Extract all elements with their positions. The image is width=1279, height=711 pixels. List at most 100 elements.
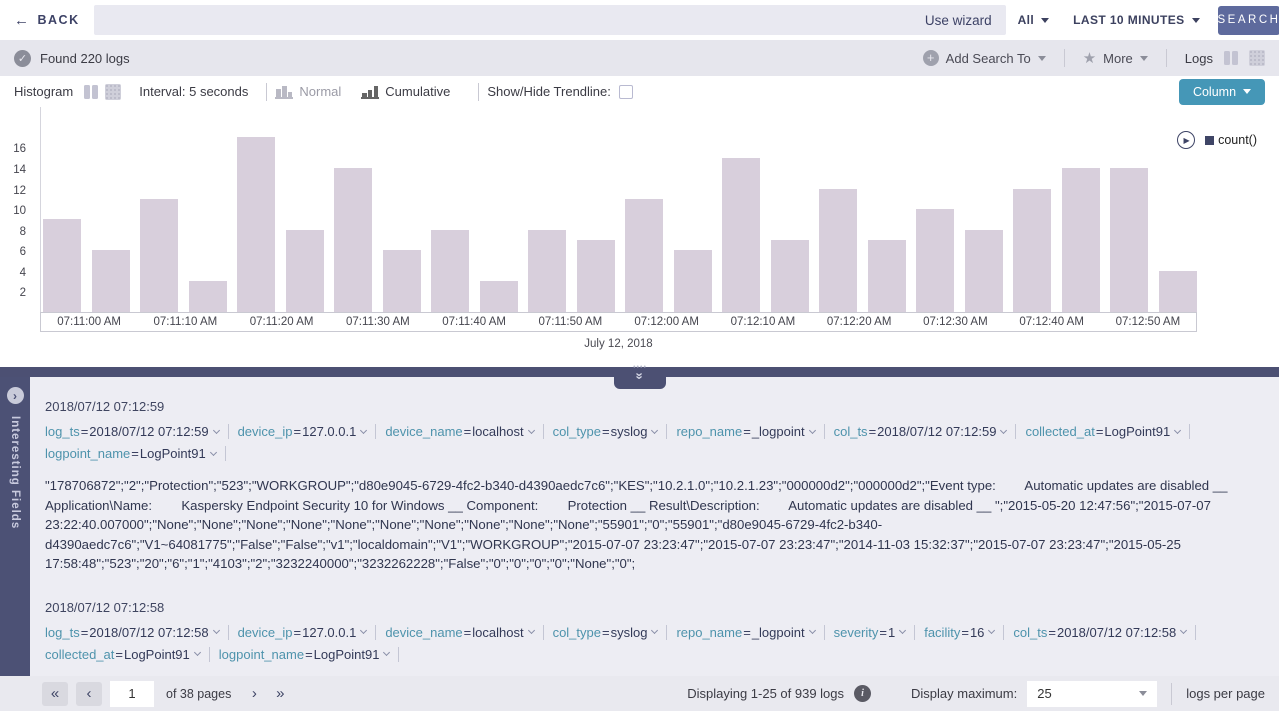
histogram-bar[interactable] xyxy=(431,230,469,312)
field-chip[interactable]: col_type=syslog xyxy=(553,424,658,439)
field-chip[interactable]: collected_at=LogPoint91 xyxy=(1025,424,1180,439)
field-chip[interactable]: device_name=localhost xyxy=(385,625,533,640)
scope-dropdown[interactable]: All xyxy=(1006,13,1062,27)
histogram-bar[interactable] xyxy=(383,250,421,312)
log-message[interactable]: "178706872";"2";"Protection";"523";"WORK… xyxy=(45,476,1241,574)
field-value: 2018/07/12 07:12:59 xyxy=(877,424,996,439)
last-page-button[interactable]: » xyxy=(267,682,293,706)
plus-circle-icon: + xyxy=(923,50,939,66)
normal-mode-label: Normal xyxy=(299,84,341,99)
field-chip[interactable]: log_ts=2018/07/12 07:12:59 xyxy=(45,424,219,439)
divider xyxy=(266,83,267,101)
field-equals: = xyxy=(81,625,89,640)
column-type-dropdown[interactable]: Column xyxy=(1179,79,1265,105)
field-chip[interactable]: facility=16 xyxy=(924,625,994,640)
histogram-bar[interactable] xyxy=(1062,168,1100,312)
search-query-input[interactable] xyxy=(94,5,911,35)
column-view-icon[interactable] xyxy=(1223,50,1239,66)
cumulative-mode-button[interactable]: Cumulative xyxy=(361,84,450,99)
histogram-bar[interactable] xyxy=(1110,168,1148,312)
ascending-bar-chart-icon xyxy=(361,85,379,99)
histogram-bar[interactable] xyxy=(1013,189,1051,313)
field-chip[interactable]: device_ip=127.0.0.1 xyxy=(238,625,367,640)
histogram-bar[interactable] xyxy=(1159,271,1197,312)
histogram-bar[interactable] xyxy=(43,219,81,312)
field-equals: = xyxy=(294,424,302,439)
y-axis-tick: 6 xyxy=(0,246,26,258)
histogram-grid-view-icon[interactable] xyxy=(105,84,121,100)
histogram-bar[interactable] xyxy=(868,240,906,312)
first-page-button[interactable]: « xyxy=(42,682,68,706)
back-button[interactable]: ← BACK xyxy=(10,12,94,29)
divider xyxy=(478,83,479,101)
use-wizard-link[interactable]: Use wizard xyxy=(911,13,1006,28)
histogram-bar[interactable] xyxy=(771,240,809,312)
trendline-checkbox[interactable] xyxy=(619,85,633,99)
histogram-column-view-icon[interactable] xyxy=(83,84,99,100)
x-axis-tick: 07:12:30 AM xyxy=(907,316,1003,328)
field-chip[interactable]: col_type=syslog xyxy=(553,625,658,640)
x-axis-tick: 07:11:20 AM xyxy=(234,316,330,328)
field-chip[interactable]: logpoint_name=LogPoint91 xyxy=(45,446,216,461)
field-chip[interactable]: collected_at=LogPoint91 xyxy=(45,647,200,662)
previous-page-button[interactable]: ‹ xyxy=(76,682,102,706)
field-separator xyxy=(1015,424,1016,439)
field-name: col_type xyxy=(553,625,601,640)
expand-right-icon[interactable]: › xyxy=(7,387,24,404)
more-dropdown[interactable]: ★ More xyxy=(1083,49,1148,67)
histogram-bar[interactable] xyxy=(140,199,178,312)
field-chip[interactable]: severity=1 xyxy=(834,625,906,640)
normal-mode-button[interactable]: Normal xyxy=(275,84,341,99)
histogram-bar[interactable] xyxy=(965,230,1003,312)
histogram-bar[interactable] xyxy=(334,168,372,312)
field-chip[interactable]: logpoint_name=LogPoint91 xyxy=(219,647,390,662)
display-maximum-select[interactable]: 25 xyxy=(1027,681,1157,707)
next-page-button[interactable]: › xyxy=(241,682,267,706)
search-button[interactable]: SEARCH xyxy=(1218,6,1279,35)
field-name: col_ts xyxy=(1013,625,1047,640)
field-chip[interactable]: device_ip=127.0.0.1 xyxy=(238,424,367,439)
grid-view-icon[interactable] xyxy=(1249,50,1265,66)
histogram-bar[interactable] xyxy=(722,158,760,312)
histogram-bar[interactable] xyxy=(237,137,275,312)
chevron-down-icon xyxy=(528,426,535,433)
add-search-to-label: Add Search To xyxy=(946,51,1031,66)
field-chip[interactable]: log_ts=2018/07/12 07:12:58 xyxy=(45,625,219,640)
field-name: repo_name xyxy=(676,625,742,640)
field-value: localhost xyxy=(472,625,523,640)
field-chip[interactable]: repo_name=_logpoint xyxy=(676,625,814,640)
histogram-bar[interactable] xyxy=(480,281,518,312)
histogram-bar[interactable] xyxy=(577,240,615,312)
log-timestamp[interactable]: 2018/07/12 07:12:59 xyxy=(45,399,1241,414)
page-number-input[interactable] xyxy=(110,681,154,707)
add-search-to-dropdown[interactable]: + Add Search To xyxy=(923,50,1046,66)
field-name: device_name xyxy=(385,625,462,640)
time-range-dropdown[interactable]: LAST 10 MINUTES xyxy=(1061,13,1211,27)
field-separator xyxy=(666,625,667,640)
field-chip[interactable]: repo_name=_logpoint xyxy=(676,424,814,439)
interesting-fields-sidebar[interactable]: › Interesting Fields xyxy=(0,377,30,676)
histogram-bar[interactable] xyxy=(92,250,130,312)
field-chip[interactable]: col_ts=2018/07/12 07:12:58 xyxy=(1013,625,1186,640)
info-icon[interactable]: i xyxy=(854,685,871,702)
field-equals: = xyxy=(602,424,610,439)
collapse-panel-button[interactable]: •••• » xyxy=(614,367,666,389)
x-axis-tick: 07:12:50 AM xyxy=(1100,316,1196,328)
field-value: 16 xyxy=(970,625,984,640)
field-equals: = xyxy=(1096,424,1104,439)
play-circle-icon[interactable]: ▶ xyxy=(1177,131,1195,149)
log-timestamp[interactable]: 2018/07/12 07:12:58 xyxy=(45,600,1241,615)
field-separator xyxy=(375,625,376,640)
field-separator xyxy=(209,647,210,662)
star-icon: ★ xyxy=(1083,49,1096,67)
histogram-bar[interactable] xyxy=(189,281,227,312)
histogram-bar[interactable] xyxy=(528,230,566,312)
histogram-bar[interactable] xyxy=(674,250,712,312)
histogram-bar[interactable] xyxy=(286,230,324,312)
histogram-bar[interactable] xyxy=(819,189,857,313)
histogram-bar[interactable] xyxy=(916,209,954,312)
field-chip[interactable]: col_ts=2018/07/12 07:12:59 xyxy=(834,424,1007,439)
histogram-bar[interactable] xyxy=(625,199,663,312)
chevron-down-icon xyxy=(1038,56,1046,61)
field-chip[interactable]: device_name=localhost xyxy=(385,424,533,439)
